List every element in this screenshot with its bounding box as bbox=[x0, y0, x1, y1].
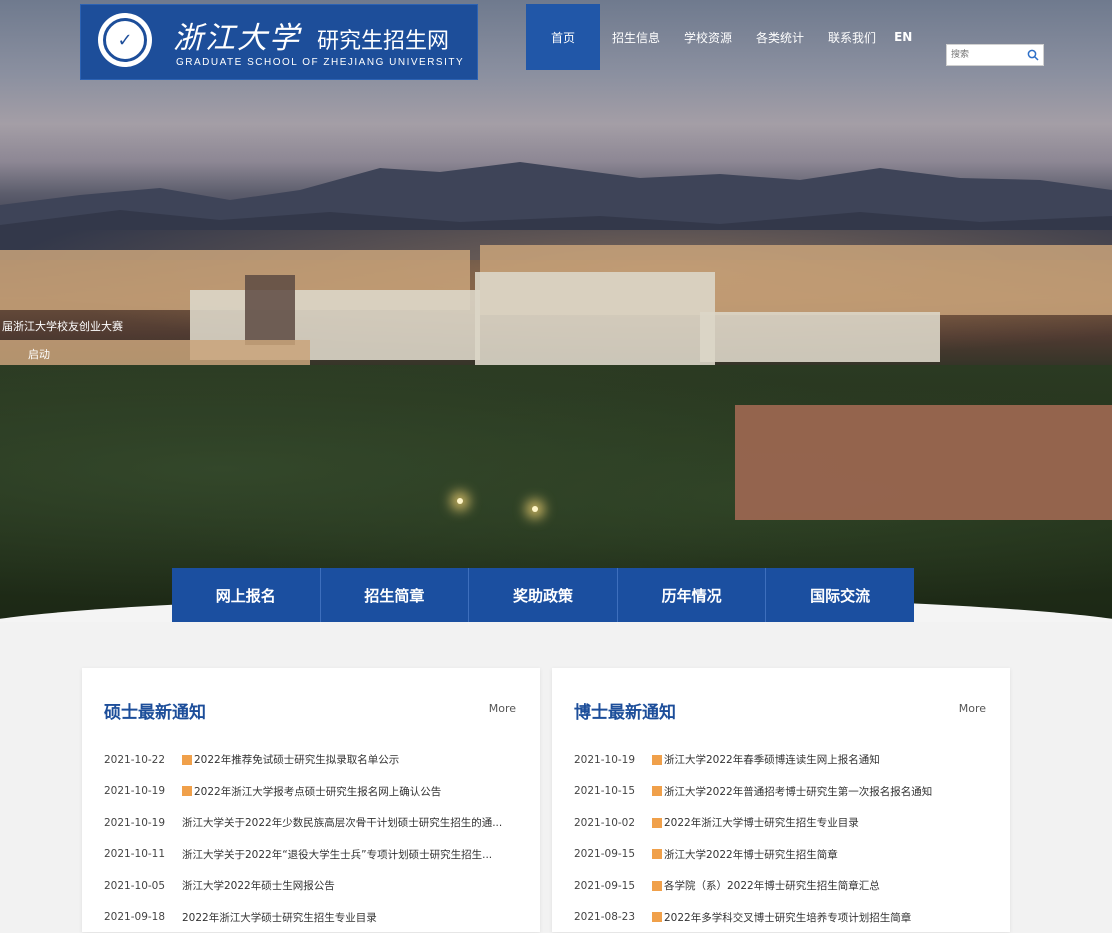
notice-list: 2021-10-19 浙江大学2022年春季硕博连读生网上报名通知 2021-10… bbox=[574, 744, 994, 933]
slide-caption-subtitle[interactable]: 启动 bbox=[28, 346, 50, 362]
more-link[interactable]: More bbox=[489, 702, 516, 715]
list-item[interactable]: 2021-09-15 各学院（系）2022年博士研究生招生简章汇总 bbox=[574, 870, 994, 902]
doctoral-notices-panel: 博士最新通知 More 2021-10-19 浙江大学2022年春季硕博连读生网上… bbox=[552, 668, 1010, 932]
light-flare bbox=[532, 506, 538, 512]
main-nav: 首页 招生信息 学校资源 各类统计 联系我们 EN bbox=[526, 4, 920, 70]
slide-caption-title[interactable]: 届浙江大学校友创业大赛 bbox=[2, 318, 123, 334]
notice-date: 2021-10-22 bbox=[104, 754, 182, 766]
logo-site-name: 研究生招生网 bbox=[317, 23, 449, 55]
logo-university-name: 浙江大学 bbox=[173, 13, 301, 57]
search-box bbox=[946, 44, 1044, 66]
quick-international[interactable]: 国际交流 bbox=[766, 568, 914, 622]
building bbox=[735, 405, 1112, 520]
panel-title: 博士最新通知 bbox=[574, 698, 676, 723]
notice-date: 2021-09-15 bbox=[574, 848, 652, 860]
notice-title: 浙江大学2022年博士研究生招生简章 bbox=[664, 847, 838, 862]
notice-date: 2021-10-19 bbox=[104, 817, 182, 829]
notice-list: 2021-10-22 2022年推荐免试硕士研究生拟录取名单公示 2021-10-… bbox=[104, 744, 524, 933]
notice-date: 2021-10-02 bbox=[574, 817, 652, 829]
notice-date: 2021-10-15 bbox=[574, 785, 652, 797]
quick-nav-bar: 网上报名 招生简章 奖助政策 历年情况 国际交流 bbox=[172, 568, 914, 622]
new-tag-icon bbox=[182, 786, 192, 796]
new-tag-icon bbox=[652, 786, 662, 796]
new-tag-icon bbox=[652, 881, 662, 891]
notice-title: 浙江大学2022年普通招考博士研究生第一次报名报名通知 bbox=[664, 784, 932, 799]
nav-statistics[interactable]: 各类统计 bbox=[744, 4, 816, 70]
more-link[interactable]: More bbox=[959, 702, 986, 715]
notice-date: 2021-10-19 bbox=[574, 754, 652, 766]
notice-title: 浙江大学关于2022年少数民族高层次骨干计划硕士研究生招生的通... bbox=[182, 815, 502, 830]
notice-title: 浙江大学关于2022年“退役大学生士兵”专项计划硕士研究生招生... bbox=[182, 847, 492, 862]
logo-english-name: GRADUATE SCHOOL OF ZHEJIANG UNIVERSITY bbox=[176, 57, 464, 68]
new-tag-icon bbox=[652, 849, 662, 859]
new-tag-icon bbox=[182, 755, 192, 765]
list-item[interactable]: 2021-10-15 浙江大学2022年普通招考博士研究生第一次报名报名通知 bbox=[574, 776, 994, 808]
quick-past-years[interactable]: 历年情况 bbox=[618, 568, 767, 622]
notice-title: 各学院（系）2022年博士研究生招生简章汇总 bbox=[664, 878, 880, 893]
notice-title: 浙江大学2022年硕士生网报公告 bbox=[182, 878, 335, 893]
university-emblem-icon: ✓ bbox=[98, 13, 152, 67]
list-item[interactable]: 2021-10-02 2022年浙江大学博士研究生招生专业目录 bbox=[574, 807, 994, 839]
masters-notices-panel: 硕士最新通知 More 2021-10-22 2022年推荐免试硕士研究生拟录取名… bbox=[82, 668, 540, 932]
new-tag-icon bbox=[652, 818, 662, 828]
nav-home[interactable]: 首页 bbox=[526, 4, 600, 70]
nav-school-resources[interactable]: 学校资源 bbox=[672, 4, 744, 70]
search-icon[interactable] bbox=[1025, 47, 1041, 63]
notice-date: 2021-08-23 bbox=[574, 911, 652, 923]
light-flare bbox=[457, 498, 463, 504]
list-item[interactable]: 2021-10-11浙江大学关于2022年“退役大学生士兵”专项计划硕士研究生招… bbox=[104, 839, 524, 871]
building bbox=[700, 312, 940, 362]
list-item[interactable]: 2021-10-19浙江大学关于2022年少数民族高层次骨干计划硕士研究生招生的… bbox=[104, 807, 524, 839]
notice-title: 2022年浙江大学报考点硕士研究生报名网上确认公告 bbox=[194, 784, 441, 799]
list-item[interactable]: 2021-10-19 浙江大学2022年春季硕博连读生网上报名通知 bbox=[574, 744, 994, 776]
new-tag-icon bbox=[652, 755, 662, 765]
list-item[interactable]: 2021-09-15 浙江大学2022年博士研究生招生简章 bbox=[574, 839, 994, 871]
site-logo[interactable]: ✓ 浙江大学 研究生招生网 GRADUATE SCHOOL OF ZHEJIAN… bbox=[80, 4, 478, 80]
list-item[interactable]: 2021-10-05浙江大学2022年硕士生网报公告 bbox=[104, 870, 524, 902]
nav-admissions-info[interactable]: 招生信息 bbox=[600, 4, 672, 70]
notice-title: 2022年多学科交叉博士研究生培养专项计划招生简章 bbox=[664, 910, 911, 925]
hero-banner bbox=[0, 0, 1112, 622]
building bbox=[245, 275, 295, 345]
list-item[interactable]: 2021-09-182022年浙江大学硕士研究生招生专业目录 bbox=[104, 902, 524, 933]
list-item[interactable]: 2021-08-23 2022年多学科交叉博士研究生培养专项计划招生简章 bbox=[574, 902, 994, 933]
notice-title: 2022年浙江大学博士研究生招生专业目录 bbox=[664, 815, 859, 830]
notice-title: 2022年推荐免试硕士研究生拟录取名单公示 bbox=[194, 752, 399, 767]
notice-date: 2021-10-11 bbox=[104, 848, 182, 860]
notice-date: 2021-09-15 bbox=[574, 880, 652, 892]
notice-title: 2022年浙江大学硕士研究生招生专业目录 bbox=[182, 910, 377, 925]
notice-title: 浙江大学2022年春季硕博连读生网上报名通知 bbox=[664, 752, 880, 767]
language-english-link[interactable]: EN bbox=[888, 30, 920, 44]
list-item[interactable]: 2021-10-22 2022年推荐免试硕士研究生拟录取名单公示 bbox=[104, 744, 524, 776]
nav-contact[interactable]: 联系我们 bbox=[816, 4, 888, 70]
panel-title: 硕士最新通知 bbox=[104, 698, 206, 723]
search-input[interactable] bbox=[947, 46, 1025, 64]
quick-online-registration[interactable]: 网上报名 bbox=[172, 568, 321, 622]
list-item[interactable]: 2021-10-19 2022年浙江大学报考点硕士研究生报名网上确认公告 bbox=[104, 776, 524, 808]
new-tag-icon bbox=[652, 912, 662, 922]
quick-scholarship-policy[interactable]: 奖助政策 bbox=[469, 568, 618, 622]
notice-date: 2021-09-18 bbox=[104, 911, 182, 923]
building bbox=[475, 272, 715, 372]
notice-date: 2021-10-19 bbox=[104, 785, 182, 797]
quick-admission-brochure[interactable]: 招生简章 bbox=[321, 568, 470, 622]
notice-date: 2021-10-05 bbox=[104, 880, 182, 892]
